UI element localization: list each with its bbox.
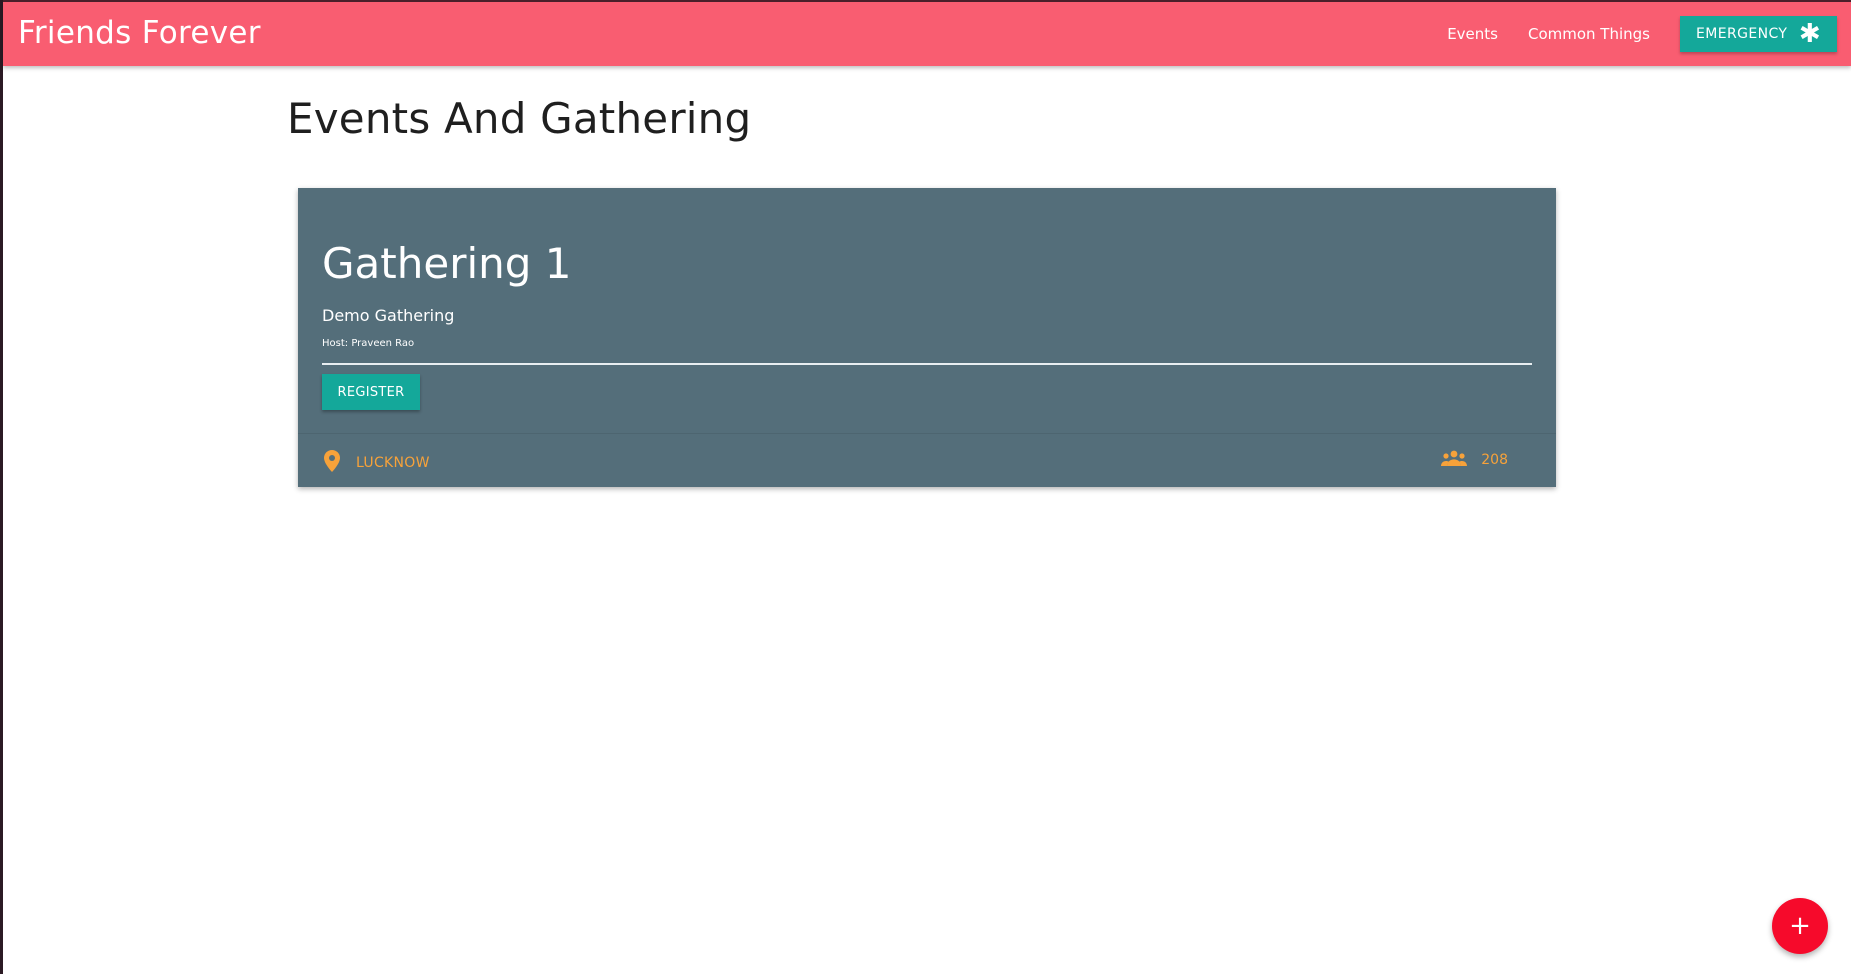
event-subtitle: Demo Gathering bbox=[322, 306, 455, 325]
top-navbar: Friends Forever Events Common Things EME… bbox=[3, 0, 1851, 66]
window-left-edge bbox=[0, 0, 3, 974]
event-title: Gathering 1 bbox=[322, 239, 572, 288]
card-footer: LUCKNOW 208 bbox=[298, 433, 1556, 487]
map-pin-icon bbox=[324, 450, 340, 476]
nav-links: Events Common Things EMERGENCY ✱ bbox=[1432, 2, 1851, 66]
location-label: LUCKNOW bbox=[356, 455, 430, 471]
nav-link-common-things[interactable]: Common Things bbox=[1513, 25, 1665, 43]
event-host: Host: Praveen Rao bbox=[322, 338, 415, 349]
location-link[interactable]: LUCKNOW bbox=[324, 450, 430, 476]
add-event-fab[interactable]: + bbox=[1772, 898, 1828, 954]
nav-link-events[interactable]: Events bbox=[1432, 25, 1513, 43]
event-card: Gathering 1 Demo Gathering Host: Praveen… bbox=[298, 188, 1556, 487]
attendees-count-group: 208 bbox=[1441, 450, 1508, 470]
register-button[interactable]: REGISTER bbox=[322, 374, 420, 410]
attendees-count: 208 bbox=[1481, 452, 1508, 468]
asterisk-icon: ✱ bbox=[1798, 19, 1821, 49]
emergency-label: EMERGENCY bbox=[1696, 26, 1788, 42]
card-divider bbox=[322, 363, 1532, 365]
people-icon bbox=[1441, 450, 1468, 470]
brand-logo[interactable]: Friends Forever bbox=[18, 15, 261, 51]
emergency-button[interactable]: EMERGENCY ✱ bbox=[1680, 16, 1837, 52]
page-title: Events And Gathering bbox=[287, 94, 752, 143]
plus-icon: + bbox=[1789, 911, 1811, 941]
